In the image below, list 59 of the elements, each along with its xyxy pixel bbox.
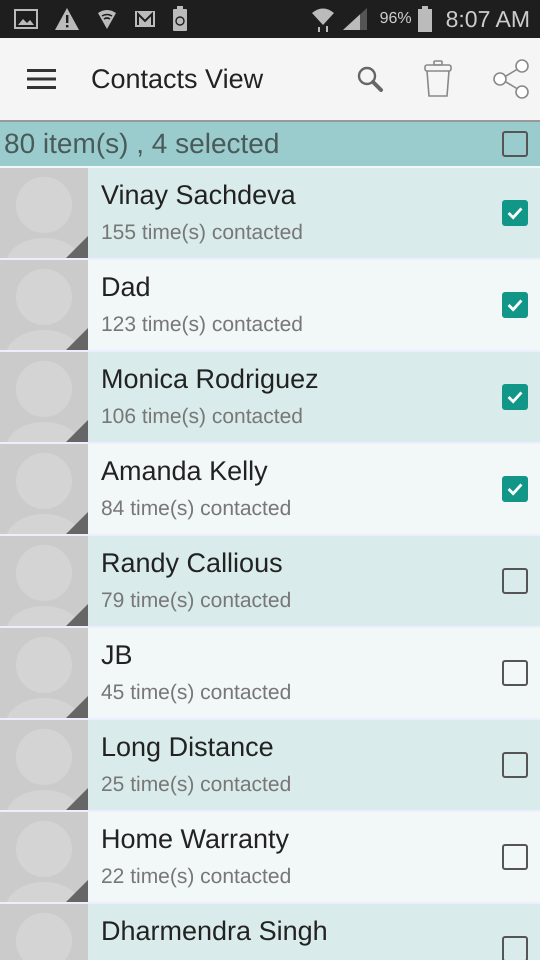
avatar-icon bbox=[0, 812, 88, 902]
battery-icon bbox=[418, 6, 432, 32]
share-icon[interactable] bbox=[492, 59, 530, 99]
contact-name: Vinay Sachdeva bbox=[101, 180, 297, 211]
contact-count: 155 time(s) contacted bbox=[101, 221, 304, 245]
contact-checkbox[interactable] bbox=[502, 292, 528, 318]
signal-icon bbox=[342, 7, 368, 31]
avatar-icon bbox=[0, 260, 88, 350]
contact-checkbox[interactable] bbox=[502, 200, 528, 226]
contact-count: 22 time(s) contacted bbox=[101, 865, 292, 889]
contact-count: 123 time(s) contacted bbox=[101, 313, 304, 337]
contact-checkbox[interactable] bbox=[502, 752, 528, 778]
contact-count: 106 time(s) contacted bbox=[101, 405, 304, 429]
contact-name: Monica Rodriguez bbox=[101, 364, 320, 395]
contact-row[interactable]: Home Warranty 22 time(s) contacted bbox=[0, 812, 540, 904]
contact-name: Dharmendra Singh bbox=[101, 916, 329, 947]
trash-icon[interactable] bbox=[424, 60, 452, 98]
contact-row[interactable]: Randy Callious 79 time(s) contacted bbox=[0, 536, 540, 628]
contact-count: 25 time(s) contacted bbox=[101, 773, 292, 797]
wifi-icon bbox=[310, 6, 336, 32]
avatar-icon bbox=[0, 352, 88, 442]
avatar-icon bbox=[0, 168, 88, 258]
contact-name: Long Distance bbox=[101, 732, 275, 763]
contact-row[interactable]: Long Distance 25 time(s) contacted bbox=[0, 720, 540, 812]
contact-checkbox[interactable] bbox=[502, 936, 528, 960]
contact-name: JB bbox=[101, 640, 134, 671]
contact-row[interactable]: Vinay Sachdeva 155 time(s) contacted bbox=[0, 168, 540, 260]
contact-row[interactable]: JB 45 time(s) contacted bbox=[0, 628, 540, 720]
avatar-icon bbox=[0, 628, 88, 718]
contact-name: Amanda Kelly bbox=[101, 456, 269, 487]
avatar-icon bbox=[0, 720, 88, 810]
app-title: Contacts View bbox=[91, 64, 264, 94]
contact-checkbox[interactable] bbox=[502, 568, 528, 594]
contact-row[interactable]: Amanda Kelly 84 time(s) contacted bbox=[0, 444, 540, 536]
mail-icon bbox=[134, 9, 156, 29]
contact-name: Home Warranty bbox=[101, 824, 290, 855]
contact-checkbox[interactable] bbox=[502, 844, 528, 870]
contact-checkbox[interactable] bbox=[502, 384, 528, 410]
clock: 8:07 AM bbox=[446, 6, 530, 32]
avatar-icon bbox=[0, 536, 88, 626]
shield-wifi-icon bbox=[96, 8, 118, 30]
selection-summary: 80 item(s) , 4 selected bbox=[4, 128, 280, 160]
battery-percent: 96% bbox=[380, 10, 412, 28]
contact-count: 79 time(s) contacted bbox=[101, 589, 292, 613]
contact-checkbox[interactable] bbox=[502, 660, 528, 686]
contact-name: Dad bbox=[101, 272, 152, 303]
contact-checkbox[interactable] bbox=[502, 476, 528, 502]
menu-icon[interactable] bbox=[27, 68, 57, 90]
contact-name: Randy Callious bbox=[101, 548, 284, 579]
image-icon bbox=[14, 8, 38, 30]
contact-row[interactable]: Monica Rodriguez 106 time(s) contacted bbox=[0, 352, 540, 444]
select-all-checkbox[interactable] bbox=[502, 131, 528, 157]
contact-row[interactable]: Dad 123 time(s) contacted bbox=[0, 260, 540, 352]
contact-count: 84 time(s) contacted bbox=[101, 497, 292, 521]
contact-row[interactable]: Dharmendra Singh bbox=[0, 904, 540, 960]
warning-icon bbox=[54, 7, 80, 31]
contact-count: 45 time(s) contacted bbox=[101, 681, 292, 705]
avatar-icon bbox=[0, 444, 88, 534]
search-icon[interactable] bbox=[356, 65, 384, 93]
